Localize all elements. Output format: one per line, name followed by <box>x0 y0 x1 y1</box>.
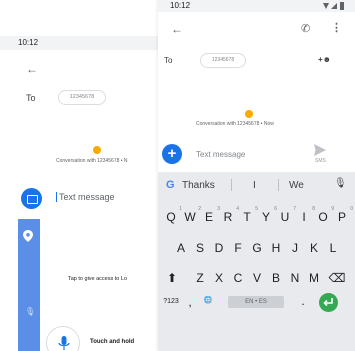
key-k[interactable]: K <box>306 241 322 255</box>
location-access-text[interactable]: Tap to give access to Lo <box>68 276 162 282</box>
recipient-chip[interactable]: 12345678 <box>58 90 106 105</box>
suggestion-1[interactable]: Thanks <box>182 180 215 191</box>
compose-input[interactable]: Text message <box>56 192 115 202</box>
status-bar: 10:12 <box>158 0 355 12</box>
suggestion-2[interactable]: I <box>253 180 256 191</box>
key-z[interactable]: Z <box>192 271 208 285</box>
compose-bar: + Text message SMS <box>158 138 355 170</box>
google-g-icon[interactable]: G <box>166 179 175 191</box>
attachment-sidebar: 🎙 <box>18 219 40 351</box>
key-m[interactable]: M <box>306 271 322 285</box>
key-b[interactable]: B <box>268 271 284 285</box>
to-label: To <box>26 93 36 103</box>
status-time: 10:12 <box>18 38 39 47</box>
key-q[interactable]: Q1 <box>163 206 182 224</box>
suggestion-strip: G Thanks I We 🎙 <box>158 172 355 200</box>
key-x[interactable]: X <box>211 271 227 285</box>
phone-icon[interactable]: ✆ <box>301 22 310 35</box>
key-s[interactable]: S <box>192 241 208 255</box>
key-i[interactable]: I8 <box>296 206 315 224</box>
key-p[interactable]: P0 <box>334 206 353 224</box>
contact-avatar-icon <box>93 146 101 154</box>
key-e[interactable]: E3 <box>201 206 220 224</box>
mic-small-icon[interactable]: 🎙 <box>25 307 35 316</box>
key-row-1: Q1 W2 E3 R4 T5 Y6 U7 I8 O9 P0 <box>158 202 355 232</box>
key-a[interactable]: A <box>173 241 189 255</box>
compose-row: Text message <box>18 179 162 219</box>
key-n[interactable]: N <box>287 271 303 285</box>
key-row-3: ⬆ Z X C V B N M ⌫ <box>158 263 355 293</box>
add-person-icon[interactable]: +☻ <box>318 55 331 64</box>
send-icon[interactable] <box>314 144 326 156</box>
status-bar: 10:12 <box>0 36 162 50</box>
conversation-label: Conversation with 12345678 • Now <box>196 121 274 127</box>
to-label: To <box>164 56 173 65</box>
more-vert-icon[interactable]: ⋮ <box>331 21 342 34</box>
symbols-key[interactable]: ?123 <box>161 298 181 305</box>
right-phone-screen: 10:12 ← ✆ ⋮ To 12345678 +☻ Conversation … <box>158 0 355 351</box>
keyboard-mic-icon[interactable]: 🎙 <box>334 178 347 189</box>
key-u[interactable]: U7 <box>277 206 296 224</box>
key-t[interactable]: T5 <box>239 206 258 224</box>
key-f[interactable]: F <box>230 241 246 255</box>
suggestion-divider <box>278 179 279 191</box>
back-arrow-icon[interactable]: ← <box>171 22 183 36</box>
key-w[interactable]: W2 <box>182 206 201 224</box>
contact-avatar-icon <box>245 110 253 118</box>
left-phone-screen: 10:12 ← To 12345678 Conversation with 12… <box>0 36 162 351</box>
comma-key[interactable]: , <box>185 295 195 309</box>
conversation-label: Conversation with 12345678 • N <box>56 158 128 164</box>
location-pin-icon[interactable] <box>23 230 33 242</box>
shift-icon[interactable]: ⬆ <box>164 271 180 285</box>
backspace-icon[interactable]: ⌫ <box>328 271 346 285</box>
key-v[interactable]: V <box>249 271 265 285</box>
send-sms-label: SMS <box>315 158 326 164</box>
recipient-chip[interactable]: 12345678 <box>200 53 246 68</box>
status-time: 10:12 <box>170 1 191 10</box>
message-icon[interactable] <box>21 188 42 209</box>
back-arrow-icon[interactable]: ← <box>26 62 38 76</box>
enter-arrow-icon <box>323 298 333 307</box>
key-l[interactable]: L <box>325 241 341 255</box>
key-row-2: A S D F G H J K L <box>158 232 355 262</box>
key-r[interactable]: R4 <box>220 206 239 224</box>
key-c[interactable]: C <box>230 271 246 285</box>
space-bar[interactable]: EN • ES <box>228 296 284 308</box>
key-row-4: ?123 , 🌐 EN • ES . <box>158 293 355 323</box>
key-o[interactable]: O9 <box>315 206 334 224</box>
key-j[interactable]: J <box>287 241 303 255</box>
add-attachment-button[interactable]: + <box>162 144 182 164</box>
globe-icon[interactable]: 🌐 <box>202 296 214 304</box>
key-h[interactable]: H <box>268 241 284 255</box>
keyboard: G Thanks I We 🎙 Q1 W2 E3 R4 T5 Y6 U7 I8 … <box>158 172 355 351</box>
mic-icon <box>58 336 70 350</box>
system-status-icons <box>323 2 344 10</box>
suggestion-3[interactable]: We <box>289 180 304 191</box>
voice-hint-text: Touch and hold <box>90 339 135 345</box>
compose-input[interactable]: Text message <box>196 150 245 159</box>
period-key[interactable]: . <box>298 294 308 308</box>
enter-button[interactable] <box>319 293 338 312</box>
suggestion-divider <box>231 179 232 191</box>
key-y[interactable]: Y6 <box>258 206 277 224</box>
key-g[interactable]: G <box>249 241 265 255</box>
key-d[interactable]: D <box>211 241 227 255</box>
app-bar: ← ✆ ⋮ <box>158 12 355 48</box>
